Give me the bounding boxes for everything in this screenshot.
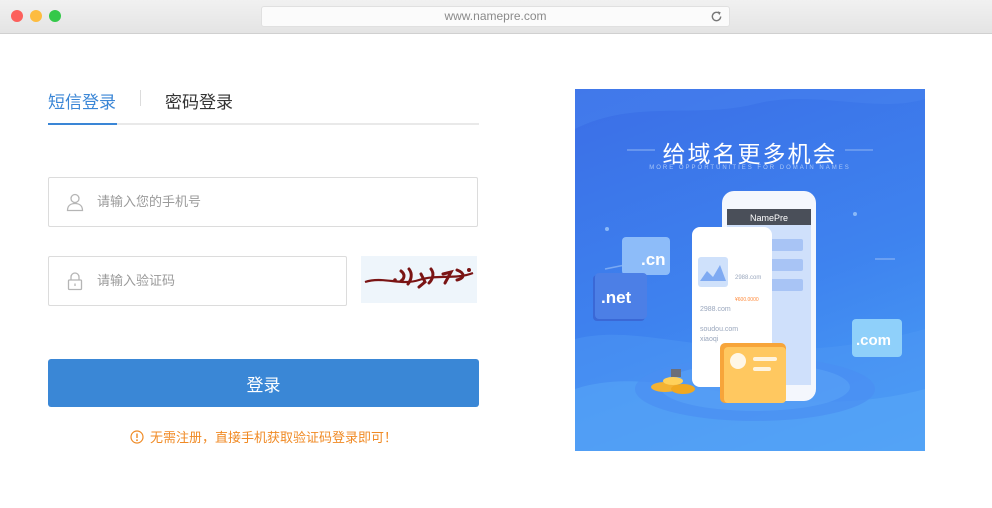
phone-brand-label: NamePre [750,213,788,223]
tab-divider [140,90,141,106]
tab-password-login[interactable]: 密码登录 [165,88,233,113]
promo-banner: NamePre 2988.com ¥600.0000 2988.com soud… [575,89,925,451]
login-tabs: 短信登录 密码登录 [48,84,479,125]
cn-badge-label: .cn [641,250,666,269]
lock-icon [67,272,83,291]
promo-subtitle: MORE OPPORTUNITIES FOR DOMAIN NAMES [649,165,851,171]
code-input[interactable] [97,257,334,305]
promo-title: 给域名更多机会 [662,142,838,168]
net-badge-label: .net [601,288,632,307]
screen-line-2: ¥600.0000 [735,297,759,303]
tab-sms-login[interactable]: 短信登录 [48,88,116,113]
screen-line-5: xiaoqi [700,336,719,343]
active-tab-indicator [48,123,117,125]
captcha-image[interactable] [361,256,477,303]
phone-input[interactable] [97,178,465,226]
captcha-graphic [364,267,474,289]
maximize-window-button[interactable] [49,10,61,22]
net-badge: .net [593,273,647,321]
browser-chrome: www.namepre.com [0,0,992,34]
cn-badge: .cn [622,237,670,275]
screen-line-3: 2988.com [700,306,731,313]
reload-icon[interactable] [710,10,723,23]
wallet-illustration [720,343,786,403]
screen-line-1: 2988.com [735,275,761,281]
info-icon [130,430,144,444]
close-window-button[interactable] [11,10,23,22]
address-text[interactable]: www.namepre.com [262,9,729,23]
screen-line-4: soudou.com [700,326,738,333]
phone-field [48,177,478,227]
com-badge-label: .com [856,332,891,349]
user-icon [66,193,84,212]
code-field [48,256,347,306]
minimize-window-button[interactable] [30,10,42,22]
com-badge: .com [852,319,902,357]
notice-text: 无需注册，直接手机获取验证码登录即可！ [149,431,397,446]
login-button[interactable]: 登录 [48,359,479,407]
address-bar[interactable]: www.namepre.com [261,6,730,27]
login-notice: 无需注册，直接手机获取验证码登录即可！ [48,427,479,446]
